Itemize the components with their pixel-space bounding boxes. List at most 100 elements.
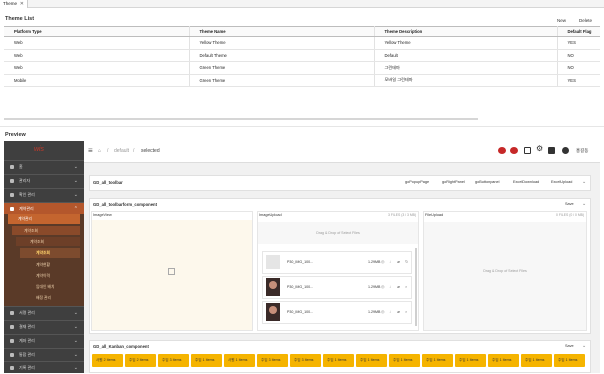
col-platform-type[interactable]: Platform Type (4, 26, 190, 37)
excel-download-button[interactable]: ExcelDownload (513, 180, 539, 184)
new-button[interactable]: New (557, 18, 566, 23)
go-right-panel-button[interactable]: goRightPanel (442, 180, 465, 184)
chevron-down-icon: ⌄ (73, 324, 78, 330)
image-view-area[interactable] (92, 220, 252, 330)
sidebar-item-account[interactable]: 계좌 관리 ⌄ (4, 334, 84, 346)
kanban-card[interactable]: 주임 3 Items (257, 354, 288, 367)
go-popup-page-button[interactable]: goPopupPage (405, 180, 429, 184)
submenu-item[interactable]: 계약이력 (36, 274, 50, 279)
table-row[interactable]: Web Yellow Theme Yellow Theme YES (4, 36, 600, 50)
submenu-item-contract-view[interactable]: 계약조회 (24, 229, 38, 234)
submenu-item-contract[interactable]: 계약관리 (18, 217, 32, 222)
breadcrumb-default[interactable]: default (114, 148, 129, 154)
file-drop-zone[interactable]: Drag & Drop of Select Files (424, 222, 586, 330)
view-icon[interactable]: ◎ (381, 309, 385, 314)
excel-upload-button[interactable]: ExcelUpload (551, 180, 572, 184)
submenu-item-selected[interactable]: 계약조회 (36, 251, 50, 256)
grid-icon[interactable] (548, 147, 555, 154)
kanban-card[interactable]: 주임 3 Items (158, 354, 189, 367)
toolbar-panel-title: GD_all_toolbar (93, 180, 123, 185)
sidebar-item-home[interactable]: 홈 ⌄ (4, 160, 84, 172)
chevron-down-icon[interactable]: ⌄ (582, 201, 586, 207)
save-button[interactable]: Save (565, 344, 574, 348)
view-icon[interactable]: ◎ (381, 259, 385, 264)
user-name[interactable]: 홍길동 (576, 148, 588, 154)
kanban-card[interactable]: 주임 1 Items (356, 354, 387, 367)
chevron-down-icon[interactable]: ⌄ (582, 179, 586, 185)
submenu-item[interactable]: 임대인 배치 (36, 285, 55, 290)
delete-button[interactable]: Delete (579, 18, 592, 23)
kanban-card[interactable]: 사원 2 Items (92, 354, 123, 367)
cell-default-flag: NO (557, 49, 600, 62)
sidebar-item-sign[interactable]: 서명 관리 ⌄ (4, 306, 84, 318)
sidebar-item-admin[interactable]: 관리자 ⌄ (4, 174, 84, 186)
table-row[interactable]: Web Default Theme Default NO (4, 49, 600, 62)
kanban-card[interactable]: 주임 1 Items (488, 354, 519, 367)
gear-icon[interactable]: ⚙ (536, 145, 543, 153)
delete-icon[interactable]: × (405, 309, 407, 314)
delete-icon[interactable]: × (405, 284, 407, 289)
chevron-down-icon[interactable]: ⌄ (582, 343, 586, 349)
breadcrumb-separator: / (133, 148, 135, 154)
tab-theme[interactable]: Theme ✕ (0, 0, 28, 8)
table-row[interactable]: Mobile Green Theme 모바일 그린테마 YES (4, 74, 600, 87)
folder-icon[interactable]: ▰ (397, 259, 400, 264)
go-button-panel-button[interactable]: goButtonpanel (475, 180, 500, 184)
approval-icon (10, 324, 14, 329)
close-icon[interactable]: ✕ (20, 0, 24, 8)
sidebar-item-approval[interactable]: 결재 관리 ⌄ (4, 320, 84, 332)
kanban-card[interactable]: 사원 1 Items (224, 354, 255, 367)
cell-description: 그린테마 (374, 61, 558, 75)
submenu-item[interactable]: 배정 관리 (36, 296, 51, 301)
alert-icon[interactable] (510, 147, 518, 154)
submenu-level2-bg (12, 226, 80, 235)
file-thumbnail (266, 255, 280, 269)
kanban-card[interactable]: 주임 1 Items (554, 354, 585, 367)
kanban-card[interactable]: 주임 1 Items (191, 354, 222, 367)
download-icon[interactable]: ↓ (389, 259, 391, 264)
kanban-card[interactable]: 주임 1 Items (521, 354, 552, 367)
kanban-card[interactable]: 주임 1 Items (422, 354, 453, 367)
cell-platform: Web (4, 36, 190, 50)
horizontal-scrollbar[interactable] (4, 118, 478, 120)
theme-table: Platform Type Theme Name Theme Descripti… (4, 26, 600, 87)
col-theme-description[interactable]: Theme Description (374, 26, 558, 37)
kanban-card[interactable]: 주임 1 Items (389, 354, 420, 367)
file-name: P30_IMG_100... (287, 310, 314, 314)
kanban-card[interactable]: 주임 1 Items (455, 354, 486, 367)
image-drop-zone[interactable]: Drag & Drop of Select Files (258, 222, 418, 244)
kanban-card[interactable]: 주임 1 Items (323, 354, 354, 367)
menu-icon[interactable]: ≡ (88, 147, 93, 155)
pen-icon (10, 310, 14, 315)
save-button[interactable]: Save (565, 202, 574, 206)
submenu-item[interactable]: 계약현황 (36, 263, 50, 268)
folder-icon[interactable]: ▰ (397, 309, 400, 314)
upload-panel-title: GD_all_toolbarform_component (93, 202, 157, 207)
sidebar-item-log[interactable]: 기록 관리 ⌄ (4, 361, 84, 373)
view-icon[interactable]: ◎ (381, 284, 385, 289)
notification-icon[interactable] (498, 147, 506, 154)
file-upload-label: FileUpload (425, 213, 444, 217)
file-list-scrollbar[interactable] (415, 248, 417, 326)
kanban-card[interactable]: 주임 3 Items (290, 354, 321, 367)
chevron-down-icon: ⌄ (73, 164, 78, 170)
divider (0, 126, 604, 127)
sidebar-item-integration[interactable]: 통합 관리 ⌄ (4, 348, 84, 360)
home-icon[interactable]: ⌂ (98, 148, 101, 154)
col-default-flag[interactable]: Default Flag (557, 26, 600, 37)
submenu-item-contract-view-sub[interactable]: 계약조회 (30, 240, 44, 245)
table-row[interactable]: Web Green Theme 그린테마 NO (4, 61, 600, 75)
kanban-card[interactable]: 주임 2 Items (125, 354, 156, 367)
download-icon[interactable]: ↓ (389, 284, 391, 289)
col-theme-name[interactable]: Theme Name (189, 26, 375, 37)
sidebar-item-label: 서명 관리 (19, 310, 35, 315)
folder-icon[interactable]: ▰ (397, 284, 400, 289)
sitemap-icon[interactable] (524, 147, 531, 154)
sidebar-item-confirm[interactable]: 확인 관리 ⌄ (4, 188, 84, 200)
face-thumbnail-icon (269, 281, 277, 289)
download-icon[interactable]: ↓ (389, 309, 391, 314)
refresh-icon[interactable]: ↻ (405, 259, 408, 264)
sidebar-item-contract[interactable]: 계약관리 ⌃ (4, 202, 84, 214)
user-icon[interactable] (562, 147, 569, 154)
chevron-down-icon: ⌄ (73, 352, 78, 358)
